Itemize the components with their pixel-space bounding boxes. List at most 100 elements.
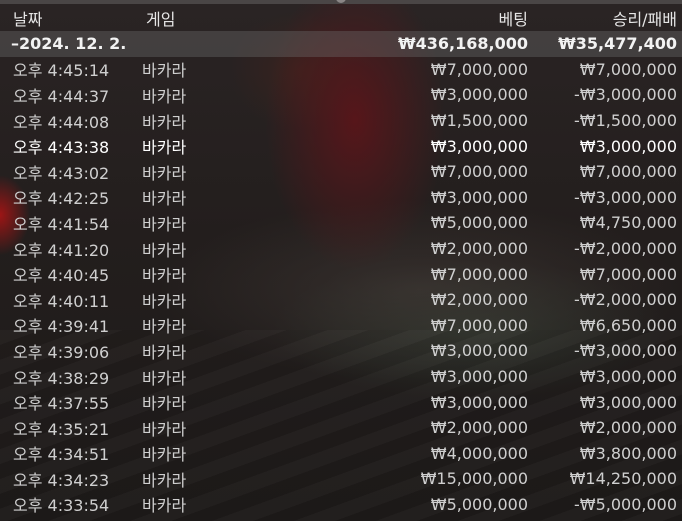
row-game: 바카라 [142, 470, 187, 490]
table-row[interactable]: 오후 4:44:37 바카라 ₩3,000,000 -₩3,000,000 [0, 82, 682, 108]
row-game: 바카라 [142, 445, 187, 465]
row-result: ₩3,000,000 [579, 367, 677, 387]
table-row[interactable]: 오후 4:40:11 바카라 ₩2,000,000 -₩2,000,000 [0, 287, 682, 313]
row-result: -₩2,000,000 [573, 290, 677, 310]
column-header-game: 게임 [146, 9, 176, 29]
day-summary-row[interactable]: –2024. 12. 2. ₩436,168,000 ₩35,477,400 [0, 31, 682, 57]
day-summary-date[interactable]: –2024. 12. 2. [0, 34, 130, 53]
table-row[interactable]: 오후 4:45:14 바카라 ₩7,000,000 ₩7,000,000 [0, 57, 682, 83]
day-summary-bet: ₩436,168,000 [398, 34, 528, 54]
row-game: 바카라 [142, 368, 187, 388]
table-header: 날짜 게임 베팅 승리/패배 [0, 4, 682, 31]
row-time: 오후 4:44:08 [13, 112, 110, 132]
row-time: 오후 4:40:45 [13, 266, 110, 286]
row-result: ₩4,750,000 [579, 213, 677, 233]
row-game: 바카라 [142, 496, 187, 516]
column-header-result: 승리/패배 [612, 9, 677, 29]
row-bet: ₩3,000,000 [430, 187, 528, 207]
row-time: 오후 4:34:51 [13, 445, 110, 465]
row-game: 바카라 [142, 342, 187, 362]
row-bet: ₩3,000,000 [430, 367, 528, 387]
table-row[interactable]: 오후 4:34:51 바카라 ₩4,000,000 ₩3,800,000 [0, 441, 682, 467]
row-game: 바카라 [142, 317, 187, 337]
row-game: 바카라 [142, 394, 187, 414]
table-row[interactable]: 오후 4:44:08 바카라 ₩1,500,000 -₩1,500,000 [0, 108, 682, 134]
column-header-date: 날짜 [13, 9, 43, 29]
row-bet: ₩2,000,000 [430, 290, 528, 310]
row-bet: ₩3,000,000 [430, 136, 528, 156]
row-result: ₩7,000,000 [579, 59, 677, 79]
table-row[interactable]: 오후 4:34:23 바카라 ₩15,000,000 ₩14,250,000 [0, 466, 682, 492]
row-result: -₩2,000,000 [573, 239, 677, 259]
row-time: 오후 4:43:02 [13, 163, 110, 183]
row-game: 바카라 [142, 112, 187, 132]
row-game: 바카라 [142, 214, 187, 234]
row-bet: ₩1,500,000 [430, 111, 528, 131]
row-result: ₩3,000,000 [579, 392, 677, 412]
row-game: 바카라 [142, 163, 187, 183]
row-result: ₩3,000,000 [579, 136, 677, 156]
row-game: 바카라 [142, 266, 187, 286]
day-summary-result: ₩35,477,400 [558, 34, 677, 54]
row-game: 바카라 [142, 189, 187, 209]
row-time: 오후 4:37:55 [13, 394, 110, 414]
column-header-bet: 베팅 [498, 9, 528, 29]
row-bet: ₩7,000,000 [430, 162, 528, 182]
row-time: 오후 4:35:21 [13, 419, 110, 439]
drag-handle-icon[interactable] [336, 0, 346, 3]
table-row[interactable]: 오후 4:41:20 바카라 ₩2,000,000 -₩2,000,000 [0, 236, 682, 262]
row-time: 오후 4:34:23 [13, 470, 110, 490]
table-row[interactable]: 오후 4:43:02 바카라 ₩7,000,000 ₩7,000,000 [0, 159, 682, 185]
row-time: 오후 4:41:20 [13, 240, 110, 260]
table-row[interactable]: 오후 4:37:55 바카라 ₩3,000,000 ₩3,000,000 [0, 389, 682, 415]
bet-history-panel: 날짜 게임 베팅 승리/패배 –2024. 12. 2. ₩436,168,00… [0, 0, 682, 517]
table-row[interactable]: 오후 4:40:45 바카라 ₩7,000,000 ₩7,000,000 [0, 261, 682, 287]
table-row[interactable]: 오후 4:43:38 바카라 ₩3,000,000 ₩3,000,000 [0, 133, 682, 159]
row-time: 오후 4:38:29 [13, 368, 110, 388]
row-time: 오후 4:33:54 [13, 496, 110, 516]
row-bet: ₩3,000,000 [430, 341, 528, 361]
row-time: 오후 4:45:14 [13, 61, 110, 81]
panel-handle-bar[interactable] [0, 0, 682, 4]
row-result: -₩3,000,000 [573, 341, 677, 361]
table-row[interactable]: 오후 4:39:06 바카라 ₩3,000,000 -₩3,000,000 [0, 338, 682, 364]
row-bet: ₩15,000,000 [420, 469, 528, 489]
row-time: 오후 4:41:54 [13, 214, 110, 234]
row-game: 바카라 [142, 61, 187, 81]
row-game: 바카라 [142, 240, 187, 260]
row-result: ₩7,000,000 [579, 264, 677, 284]
row-time: 오후 4:39:41 [13, 317, 110, 337]
row-result: ₩3,800,000 [579, 443, 677, 463]
table-row[interactable]: 오후 4:35:21 바카라 ₩2,000,000 ₩2,000,000 [0, 415, 682, 441]
table-row[interactable]: 오후 4:42:25 바카라 ₩3,000,000 -₩3,000,000 [0, 185, 682, 211]
row-bet: ₩7,000,000 [430, 264, 528, 284]
table-row[interactable]: 오후 4:33:54 바카라 ₩5,000,000 -₩5,000,000 [0, 492, 682, 518]
row-time: 오후 4:40:11 [13, 291, 110, 311]
table-row[interactable]: 오후 4:38:29 바카라 ₩3,000,000 ₩3,000,000 [0, 364, 682, 390]
row-bet: ₩3,000,000 [430, 85, 528, 105]
row-result: ₩7,000,000 [579, 162, 677, 182]
row-bet: ₩7,000,000 [430, 315, 528, 335]
row-bet: ₩7,000,000 [430, 59, 528, 79]
row-result: ₩6,650,000 [579, 315, 677, 335]
row-result: -₩5,000,000 [573, 494, 677, 514]
row-game: 바카라 [142, 86, 187, 106]
row-bet: ₩2,000,000 [430, 239, 528, 259]
row-result: -₩3,000,000 [573, 85, 677, 105]
row-bet: ₩2,000,000 [430, 418, 528, 438]
row-result: ₩14,250,000 [569, 469, 677, 489]
row-result: ₩2,000,000 [579, 418, 677, 438]
row-bet: ₩3,000,000 [430, 392, 528, 412]
row-game: 바카라 [142, 138, 187, 158]
row-game: 바카라 [142, 291, 187, 311]
row-time: 오후 4:39:06 [13, 342, 110, 362]
row-result: -₩3,000,000 [573, 187, 677, 207]
row-time: 오후 4:42:25 [13, 189, 110, 209]
row-result: -₩1,500,000 [573, 111, 677, 131]
row-time: 오후 4:43:38 [13, 138, 110, 158]
row-game: 바카라 [142, 419, 187, 439]
table-row[interactable]: 오후 4:39:41 바카라 ₩7,000,000 ₩6,650,000 [0, 313, 682, 339]
table-row[interactable]: 오후 4:41:54 바카라 ₩5,000,000 ₩4,750,000 [0, 210, 682, 236]
row-bet: ₩5,000,000 [430, 494, 528, 514]
row-bet: ₩5,000,000 [430, 213, 528, 233]
